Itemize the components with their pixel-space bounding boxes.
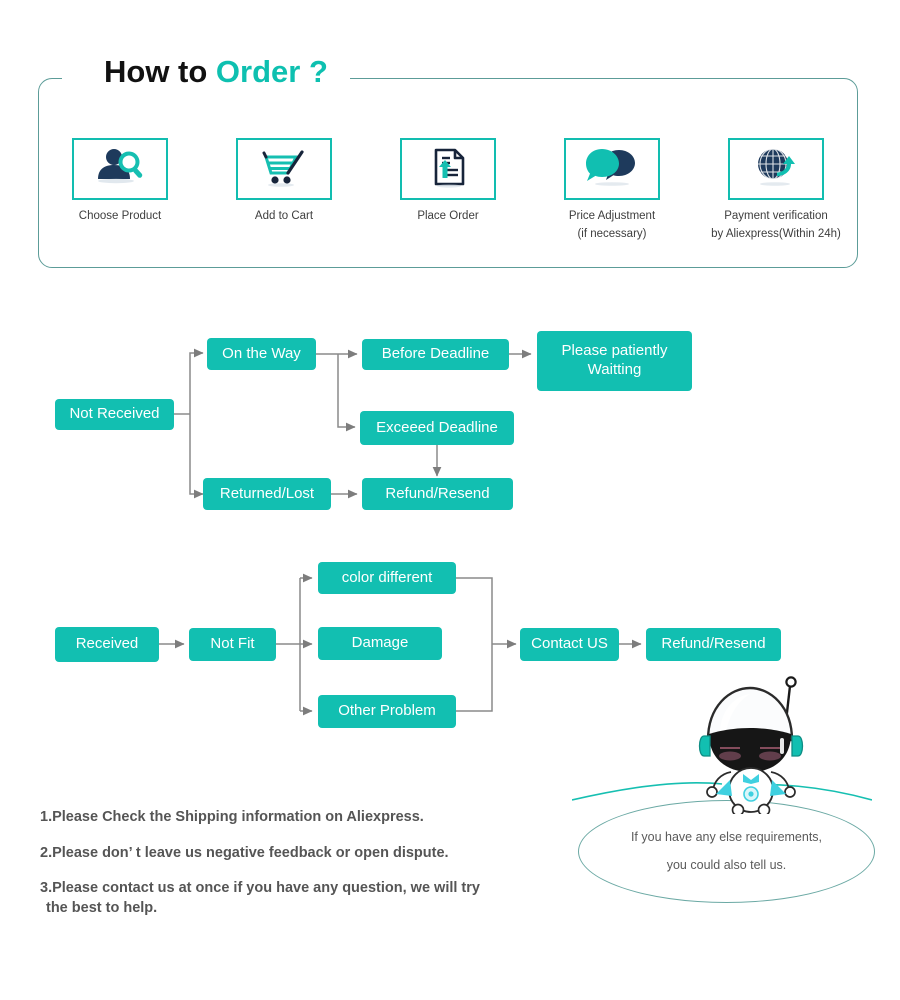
person-search-icon <box>92 145 148 194</box>
step-label: Add to Cart <box>254 210 314 222</box>
bubble-line-2: you could also tell us. <box>666 857 787 872</box>
requirements-bubble: If you have any else requirements, you c… <box>578 800 875 903</box>
step-icon-box <box>400 138 496 200</box>
note-text: 3.Please contact us at once if you have … <box>40 880 480 897</box>
step-icon-box <box>236 138 332 200</box>
step-icon-box <box>72 138 168 200</box>
flow-node-refund-resend-2[interactable]: Refund/Resend <box>646 628 781 661</box>
page-title: How to Order ? <box>104 56 328 87</box>
flow-node-received[interactable]: Received <box>55 627 159 662</box>
flow-node-color-different[interactable]: color different <box>318 562 456 594</box>
order-steps-row: Choose Product Add to Cart Place Order P… <box>38 138 858 258</box>
note-text: 2.Please don’ t leave us negative feedba… <box>40 844 449 861</box>
page-root: How to Order ? Choose Product Add to Car… <box>0 0 900 1000</box>
note-item: 3.Please contact us at once if you have … <box>40 879 600 918</box>
flow-node-please-wait[interactable]: Please patiently Waitting <box>537 331 692 391</box>
flow-node-not-received[interactable]: Not Received <box>55 399 174 430</box>
page-title-prefix: How to <box>104 54 216 89</box>
flow-node-refund-resend-1[interactable]: Refund/Resend <box>362 478 513 510</box>
note-item: 1.Please Check the Shipping information … <box>40 808 600 828</box>
step-label: Place Order <box>417 210 479 222</box>
flow-node-damage[interactable]: Damage <box>318 627 442 660</box>
flow-node-line2: Waitting <box>587 361 642 378</box>
flow-node-contact-us[interactable]: Contact US <box>520 628 619 661</box>
note-item: 2.Please don’ t leave us negative feedba… <box>40 844 600 864</box>
step-label: Payment verification by Aliexpress(Withi… <box>711 210 841 240</box>
bubble-line-1: If you have any else requirements, <box>630 830 823 844</box>
chat-bubbles-icon <box>585 146 639 193</box>
document-upload-icon <box>425 145 471 194</box>
flow-node-other-problem[interactable]: Other Problem <box>318 695 456 728</box>
footer-notes: 1.Please Check the Shipping information … <box>40 808 600 934</box>
flow-node-returned-lost[interactable]: Returned/Lost <box>203 478 331 510</box>
step-label: Choose Product <box>78 210 162 222</box>
order-step-add-to-cart: Add to Cart <box>204 138 364 226</box>
note-text-continued: the best to help. <box>46 899 158 916</box>
flow-node-exceed-deadline[interactable]: Exceeed Deadline <box>360 411 514 445</box>
note-text: 1.Please Check the Shipping information … <box>40 809 424 825</box>
flow-node-line1: Please patiently <box>561 342 668 360</box>
shopping-cart-icon <box>258 145 310 194</box>
flow-node-not-fit[interactable]: Not Fit <box>189 628 276 661</box>
order-step-choose-product: Choose Product <box>40 138 200 226</box>
flow-node-on-the-way[interactable]: On the Way <box>207 338 316 370</box>
page-title-accent: Order ? <box>215 54 328 89</box>
step-icon-box <box>728 138 824 200</box>
step-icon-box <box>564 138 660 200</box>
order-step-payment-verification: Payment verification by Aliexpress(Withi… <box>696 138 856 244</box>
step-label: Price Adjustment (if necessary) <box>568 210 656 240</box>
globe-arrow-icon <box>751 145 801 194</box>
order-step-price-adjustment: Price Adjustment (if necessary) <box>532 138 692 244</box>
order-step-place-order: Place Order <box>368 138 528 226</box>
flow-node-before-deadline[interactable]: Before Deadline <box>362 339 509 370</box>
astronaut-mascot <box>698 676 804 814</box>
